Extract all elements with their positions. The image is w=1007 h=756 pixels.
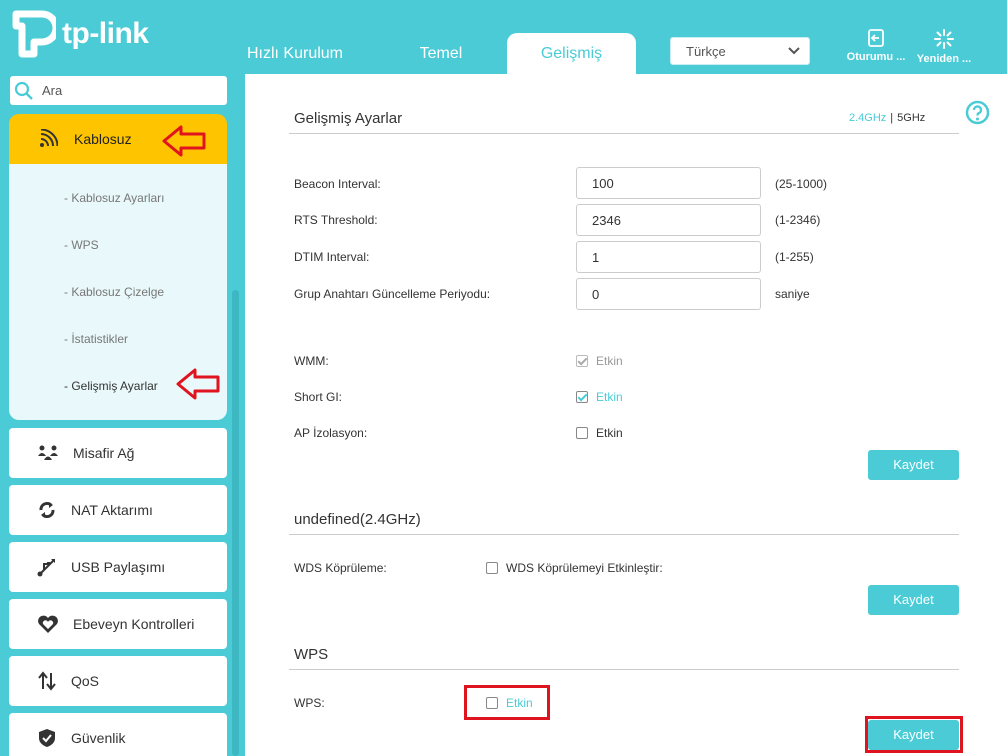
rts-threshold-range: (1-2346) bbox=[775, 213, 821, 227]
reboot-icon bbox=[934, 29, 954, 49]
section-title-wds: undefined(2.4GHz) bbox=[294, 511, 421, 528]
shield-icon bbox=[39, 729, 55, 747]
reboot-button[interactable]: Yeniden ... bbox=[913, 28, 975, 65]
reboot-label: Yeniden ... bbox=[916, 53, 972, 65]
group-key-update-label: Grup Anahtarı Güncelleme Periyodu: bbox=[294, 287, 491, 301]
submenu-wireless-schedule[interactable]: - Kablosuz Çizelge bbox=[64, 285, 164, 299]
rts-threshold-input[interactable]: 2346 bbox=[576, 204, 761, 236]
sidebar-scrollbar[interactable] bbox=[232, 290, 239, 756]
wds-checkbox-label: WDS Köprülemeyi Etkinleştir: bbox=[506, 561, 663, 575]
tp-link-logo-icon bbox=[12, 10, 56, 58]
wps-checkbox-row: Etkin bbox=[486, 696, 533, 710]
help-icon[interactable] bbox=[965, 100, 990, 125]
save-advanced-button[interactable]: Kaydet bbox=[868, 450, 959, 480]
guest-network-icon bbox=[38, 445, 58, 460]
sidebar-item-security[interactable]: Güvenlik bbox=[9, 713, 227, 756]
submenu-wps[interactable]: - WPS bbox=[64, 238, 99, 252]
wds-bridging-checkbox[interactable] bbox=[486, 562, 498, 574]
usb-icon bbox=[37, 559, 55, 577]
short-gi-checkbox-label: Etkin bbox=[596, 390, 623, 404]
ap-isolation-label: AP İzolasyon: bbox=[294, 426, 368, 440]
sidebar-item-label: Güvenlik bbox=[71, 730, 126, 746]
rts-threshold-label: RTS Threshold: bbox=[294, 213, 378, 227]
group-key-update-unit: saniye bbox=[775, 287, 810, 301]
logout-icon bbox=[868, 29, 884, 47]
submenu-statistics[interactable]: - İstatistikler bbox=[64, 332, 128, 346]
wmm-label: WMM: bbox=[294, 354, 329, 368]
wmm-checkbox-row: Etkin bbox=[576, 354, 623, 368]
band-5ghz-link[interactable]: 5GHz bbox=[897, 112, 925, 124]
ap-isolation-checkbox[interactable] bbox=[576, 427, 588, 439]
section-title-wps: WPS bbox=[294, 646, 329, 663]
section-title-advanced: Gelişmiş Ayarlar bbox=[294, 110, 403, 127]
sidebar-item-label: NAT Aktarımı bbox=[71, 502, 153, 518]
sidebar-item-label: Misafir Ağ bbox=[73, 445, 135, 461]
section-divider bbox=[289, 133, 959, 134]
wmm-checkbox[interactable] bbox=[576, 355, 588, 367]
save-wds-button[interactable]: Kaydet bbox=[868, 585, 959, 615]
ap-isolation-checkbox-label: Etkin bbox=[596, 426, 623, 440]
save-wps-button[interactable]: Kaydet bbox=[868, 720, 959, 750]
sidebar-item-parental-controls[interactable]: Ebeveyn Kontrolleri bbox=[9, 599, 227, 649]
wds-checkbox-row: WDS Köprülemeyi Etkinleştir: bbox=[486, 561, 663, 575]
dtim-interval-label: DTIM Interval: bbox=[294, 250, 370, 264]
tab-quick-setup[interactable]: Hızlı Kurulum bbox=[243, 33, 347, 74]
sidebar-item-label: Kablosuz bbox=[74, 131, 132, 147]
band-24ghz-link[interactable]: 2.4GHz bbox=[849, 112, 886, 124]
sidebar-item-label: QoS bbox=[71, 673, 100, 689]
brand-name: tp-link bbox=[62, 17, 149, 50]
search-placeholder: Ara bbox=[42, 83, 63, 98]
wps-checkbox[interactable] bbox=[486, 697, 498, 709]
short-gi-checkbox[interactable] bbox=[576, 391, 588, 403]
search-input[interactable]: Ara bbox=[10, 76, 227, 105]
tp-link-logo: tp-link bbox=[8, 10, 149, 58]
search-icon bbox=[14, 81, 33, 100]
red-arrow-icon bbox=[176, 368, 220, 400]
logout-label: Oturumu ... bbox=[846, 51, 906, 63]
section-divider bbox=[289, 669, 959, 670]
qos-arrows-icon bbox=[38, 671, 56, 691]
wps-label: WPS: bbox=[294, 696, 325, 710]
dtim-interval-input[interactable]: 1 bbox=[576, 241, 761, 273]
main-tabs: Hızlı Kurulum Temel Gelişmiş bbox=[243, 33, 636, 74]
submenu-wireless-settings[interactable]: - Kablosuz Ayarları bbox=[64, 191, 165, 205]
short-gi-label: Short GI: bbox=[294, 390, 343, 404]
wmm-checkbox-label: Etkin bbox=[596, 354, 623, 368]
band-separator: | bbox=[890, 112, 894, 124]
submenu-advanced-settings[interactable]: - Gelişmiş Ayarlar bbox=[64, 379, 158, 393]
language-value: Türkçe bbox=[686, 44, 726, 59]
ap-isolation-checkbox-row: Etkin bbox=[576, 426, 623, 440]
chevron-down-icon bbox=[788, 47, 800, 55]
wps-checkbox-label: Etkin bbox=[506, 696, 533, 710]
logout-button[interactable]: Oturumu ... bbox=[845, 28, 907, 63]
sidebar-item-guest-network[interactable]: Misafir Ağ bbox=[9, 428, 227, 478]
band-switch: 2.4GHz | 5GHz bbox=[849, 112, 925, 124]
tab-advanced[interactable]: Gelişmiş bbox=[507, 33, 636, 74]
sidebar-item-usb[interactable]: USB Paylaşımı bbox=[9, 542, 227, 592]
wds-bridging-label: WDS Köprüleme: bbox=[294, 561, 387, 575]
sidebar-item-label: Ebeveyn Kontrolleri bbox=[73, 616, 195, 632]
red-arrow-icon bbox=[162, 125, 206, 157]
short-gi-checkbox-row: Etkin bbox=[576, 390, 623, 404]
sidebar-item-label: USB Paylaşımı bbox=[71, 559, 166, 575]
group-key-update-input[interactable]: 0 bbox=[576, 278, 761, 310]
wireless-icon bbox=[40, 129, 58, 147]
language-select[interactable]: Türkçe bbox=[670, 37, 810, 65]
beacon-interval-label: Beacon Interval: bbox=[294, 177, 381, 191]
heart-icon bbox=[38, 615, 58, 633]
dtim-interval-range: (1-255) bbox=[775, 250, 814, 264]
beacon-interval-input[interactable]: 100 bbox=[576, 167, 761, 199]
tab-basic[interactable]: Temel bbox=[389, 33, 493, 74]
sidebar-item-qos[interactable]: QoS bbox=[9, 656, 227, 706]
section-divider bbox=[289, 534, 959, 535]
beacon-interval-range: (25-1000) bbox=[775, 177, 828, 191]
nat-icon bbox=[39, 502, 55, 518]
sidebar-item-nat[interactable]: NAT Aktarımı bbox=[9, 485, 227, 535]
